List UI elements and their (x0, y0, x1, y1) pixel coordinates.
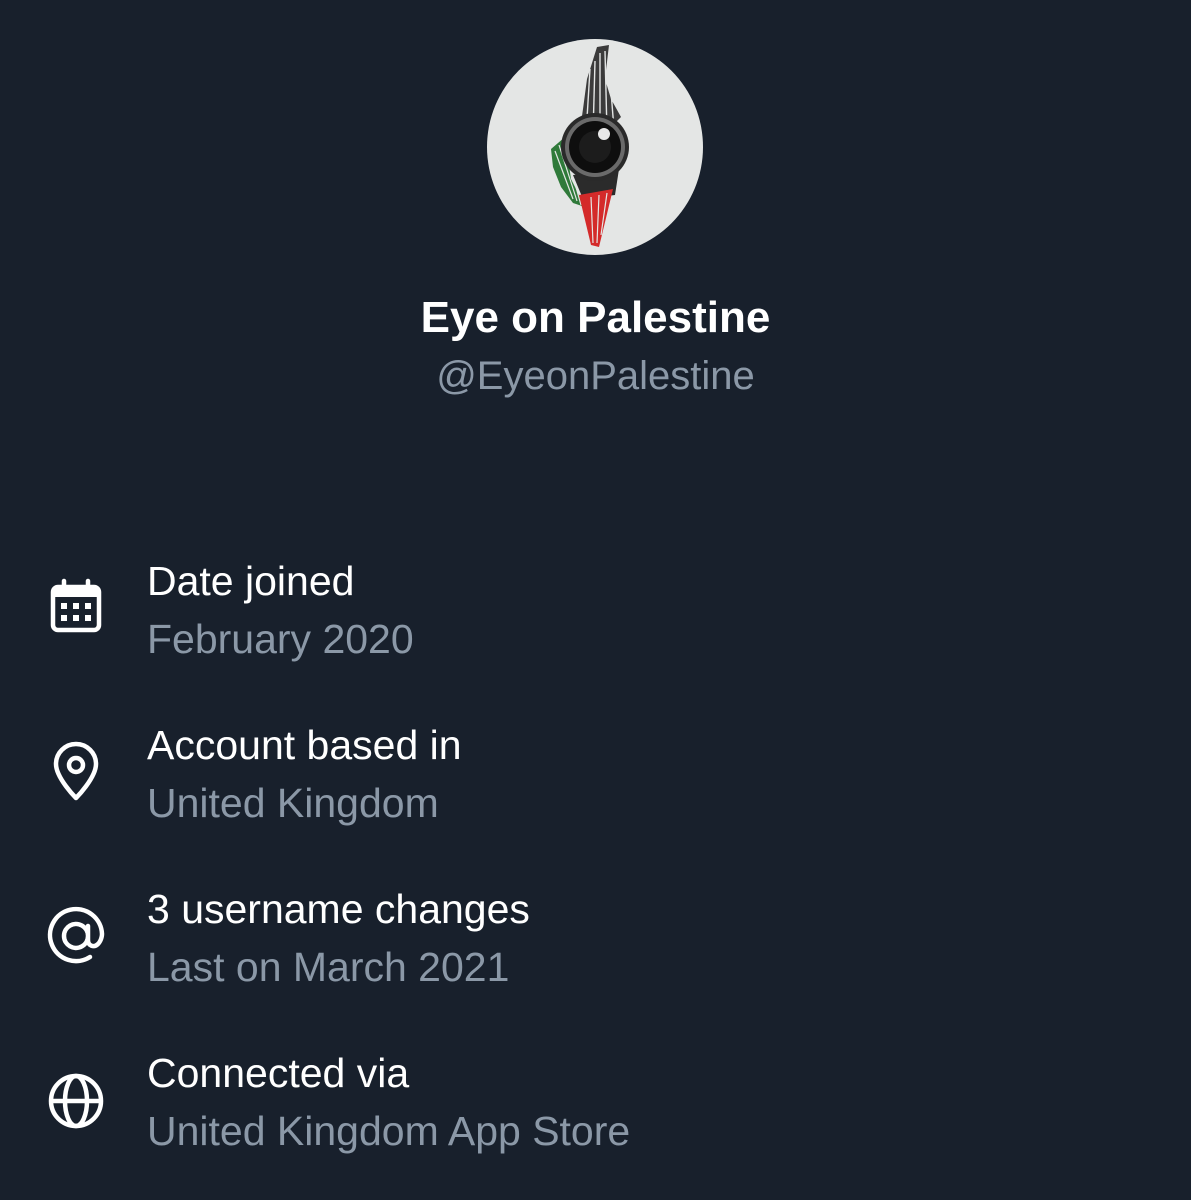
profile-handle: @EyeonPalestine (436, 354, 755, 398)
at-sign-icon (44, 904, 108, 968)
calendar-icon (44, 575, 108, 639)
info-row-account-based-in: Account based in United Kingdom (0, 720, 1191, 850)
connected-via-title: Connected via (147, 1050, 410, 1096)
profile-avatar[interactable] (487, 39, 703, 255)
profile-display-name: Eye on Palestine (420, 293, 771, 342)
globe-icon (44, 1069, 108, 1133)
info-row-username-changes: 3 username changes Last on March 2021 (0, 884, 1191, 1014)
location-pin-icon (44, 740, 108, 804)
info-row-connected-via: Connected via United Kingdom App Store (0, 1048, 1191, 1178)
info-row-date-joined: Date joined February 2020 (0, 556, 1191, 686)
username-changes-title: 3 username changes (147, 886, 530, 932)
date-joined-title: Date joined (147, 558, 355, 604)
username-changes-value: Last on March 2021 (147, 944, 510, 990)
account-based-in-value: United Kingdom (147, 780, 439, 826)
connected-via-value: United Kingdom App Store (147, 1108, 631, 1154)
date-joined-value: February 2020 (147, 616, 414, 662)
eye-on-palestine-logo (551, 45, 629, 247)
account-based-in-title: Account based in (147, 722, 462, 768)
